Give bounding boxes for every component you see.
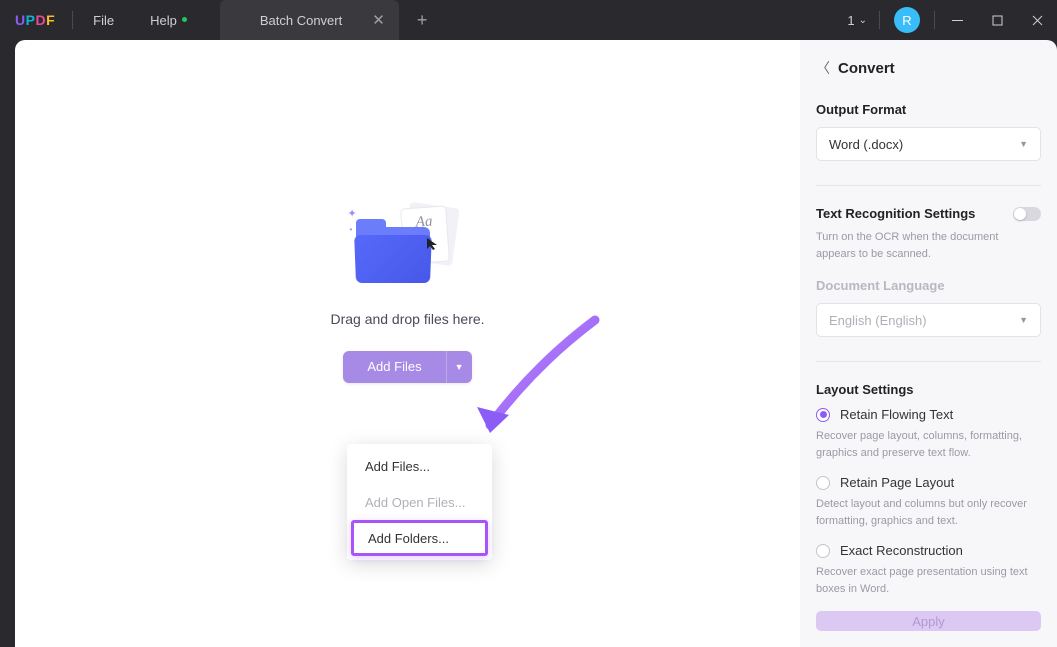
minimize-icon — [952, 15, 963, 26]
dropdown-add-folders[interactable]: Add Folders... — [351, 520, 488, 556]
back-chevron-icon[interactable]: 〈 — [816, 58, 830, 78]
layout-settings-label: Layout Settings — [816, 382, 1041, 397]
radio-retain-flowing[interactable]: Retain Flowing Text — [816, 407, 1041, 422]
menu-help-label: Help — [150, 13, 177, 28]
radio-icon — [816, 544, 830, 558]
annotation-arrow — [475, 315, 615, 455]
new-tab-button[interactable]: + — [399, 10, 446, 31]
divider — [934, 11, 935, 29]
radio-page-label: Retain Page Layout — [840, 475, 954, 490]
document-language-select: English (English) ▼ — [816, 303, 1041, 337]
apply-button[interactable]: Apply — [816, 611, 1041, 631]
text-recognition-label: Text Recognition Settings — [816, 206, 975, 221]
ocr-toggle[interactable] — [1013, 207, 1041, 221]
add-files-dropdown-toggle[interactable]: ▼ — [446, 351, 472, 383]
dropdown-add-open-files: Add Open Files... — [351, 484, 488, 520]
close-icon — [1032, 15, 1043, 26]
convert-side-panel: 〈 Convert Output Format Word (.docx) ▼ T… — [800, 40, 1057, 647]
radio-flowing-label: Retain Flowing Text — [840, 407, 953, 422]
app-logo: UPDF — [0, 12, 70, 28]
divider — [816, 185, 1041, 186]
close-tab-icon[interactable]: ✕ — [372, 11, 385, 29]
radio-exact-label: Exact Reconstruction — [840, 543, 963, 558]
radio-icon — [816, 408, 830, 422]
dropdown-add-files[interactable]: Add Files... — [351, 448, 488, 484]
radio-icon — [816, 476, 830, 490]
main-drop-area[interactable]: ✦ • Aa Drag and drop files here. Add Fil… — [15, 40, 800, 647]
tab-batch-convert[interactable]: Batch Convert ✕ — [220, 0, 399, 40]
dropzone-hint: Drag and drop files here. — [330, 311, 484, 327]
add-files-button[interactable]: Add Files — [343, 351, 445, 383]
window-maximize-button[interactable] — [977, 0, 1017, 40]
menu-file[interactable]: File — [75, 13, 132, 28]
document-language-value: English (English) — [829, 313, 927, 328]
radio-exact[interactable]: Exact Reconstruction — [816, 543, 1041, 558]
menu-help[interactable]: Help — [132, 13, 195, 28]
output-format-label: Output Format — [816, 102, 1041, 117]
radio-page-desc: Detect layout and columns but only recov… — [816, 496, 1041, 529]
maximize-icon — [992, 15, 1003, 26]
window-minimize-button[interactable] — [937, 0, 977, 40]
user-avatar[interactable]: R — [894, 7, 920, 33]
window-close-button[interactable] — [1017, 0, 1057, 40]
ocr-hint: Turn on the OCR when the document appear… — [816, 229, 1041, 262]
tab-title: Batch Convert — [260, 13, 342, 28]
radio-exact-desc: Recover exact page presentation using te… — [816, 564, 1041, 597]
folder-illustration: ✦ • Aa — [348, 205, 468, 295]
divider — [879, 11, 880, 29]
chevron-down-icon: ▼ — [1019, 315, 1028, 325]
radio-retain-page[interactable]: Retain Page Layout — [816, 475, 1041, 490]
toggle-knob — [1014, 208, 1026, 220]
chevron-down-icon: ▼ — [1019, 139, 1028, 149]
page-selector[interactable]: 1 ⌄ — [837, 13, 877, 28]
chevron-down-icon: ⌄ — [859, 15, 867, 26]
divider — [816, 361, 1041, 362]
add-files-split-button: Add Files ▼ — [343, 351, 471, 383]
notification-dot-icon — [182, 17, 187, 22]
document-language-label: Document Language — [816, 278, 1041, 293]
radio-flowing-desc: Recover page layout, columns, formatting… — [816, 428, 1041, 461]
page-num-value: 1 — [847, 13, 854, 28]
output-format-value: Word (.docx) — [829, 137, 903, 152]
output-format-select[interactable]: Word (.docx) ▼ — [816, 127, 1041, 161]
divider — [72, 11, 73, 29]
side-panel-title: Convert — [838, 60, 895, 77]
add-files-dropdown: Add Files... Add Open Files... Add Folde… — [347, 444, 492, 560]
